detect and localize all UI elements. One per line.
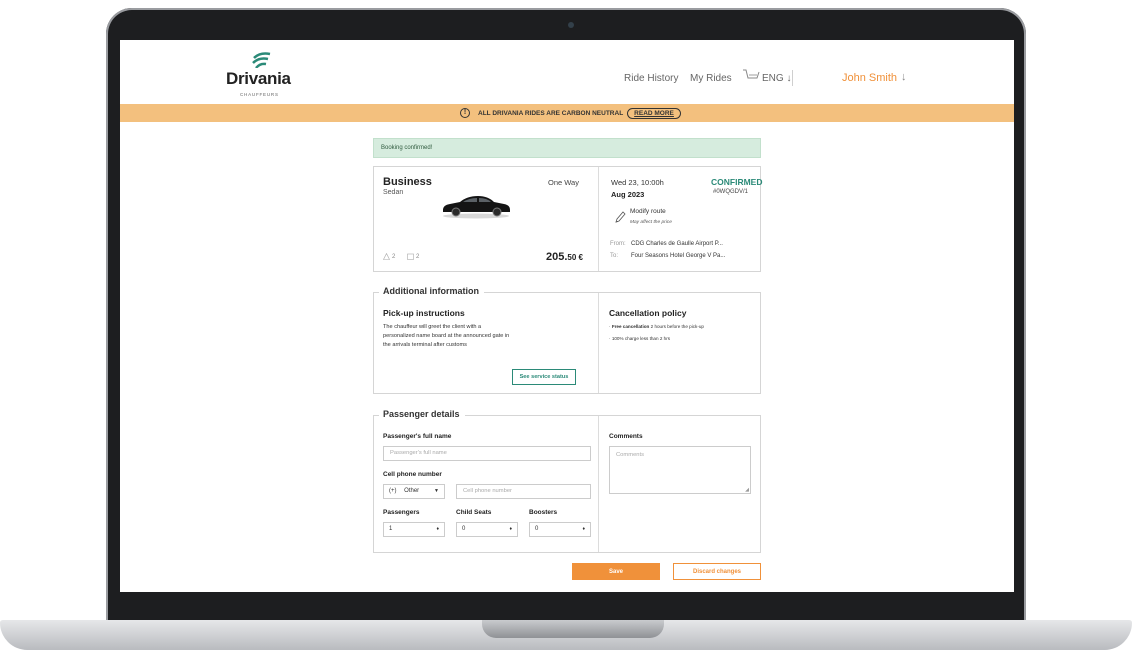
vehicle-class: Business <box>383 176 432 188</box>
card-divider <box>598 167 599 271</box>
ride-price: 205.50 € <box>546 251 583 263</box>
user-menu[interactable]: John Smith <box>842 72 897 84</box>
logo-text: Drivania <box>226 69 291 88</box>
from-location: CDG Charles de Gaulle Airport P... <box>631 241 723 247</box>
screen: Drivania CHAUFFEURS Ride History My Ride… <box>120 40 1014 592</box>
nav-divider <box>792 70 793 86</box>
additional-information-card: Additional information Pick-up instructi… <box>373 286 761 394</box>
passengers-select[interactable]: 1 ♦ <box>383 522 445 537</box>
passenger-capacity-value: 2 <box>392 253 396 260</box>
logo-mark-icon <box>252 52 271 68</box>
drivania-logo[interactable]: Drivania CHAUFFEURS <box>224 52 304 100</box>
passenger-name-label: Passenger's full name <box>383 433 452 440</box>
to-location: Four Seasons Hotel George V Pa... <box>631 253 726 259</box>
boosters-label: Boosters <box>529 509 558 516</box>
cart-icon[interactable] <box>742 68 760 82</box>
price-whole: 205. <box>546 251 568 263</box>
sedan-car-image <box>443 196 510 219</box>
child-seats-label: Child Seats <box>456 509 492 516</box>
booking-summary-card: Business Sedan One Way 2 2 205.50 € Wed … <box>373 166 763 272</box>
child-seats-select[interactable]: 0 ♦ <box>456 522 518 537</box>
boosters-value: 0 <box>535 526 539 532</box>
additional-information-legend: Additional information <box>379 286 484 296</box>
save-button[interactable]: Save <box>572 563 660 580</box>
cancellation-policy-title: Cancellation policy <box>609 308 687 318</box>
phone-label: Cell phone number <box>383 471 442 478</box>
passengers-label: Passengers <box>383 509 420 516</box>
logo-subtitle: CHAUFFEURS <box>240 92 279 97</box>
pickup-date: Wed 23, 10:00h <box>611 178 664 187</box>
banner-content: ! ALL DRIVANIA RIDES ARE CARBON NEUTRAL … <box>460 107 681 119</box>
comments-label: Comments <box>609 433 643 440</box>
passenger-details-legend: Passenger details <box>379 409 465 419</box>
passenger-details-card: Passenger details Passenger's full name … <box>373 409 761 553</box>
vehicle-type: Sedan <box>383 189 404 196</box>
booking-reference: #0WQGDV/1 <box>713 189 749 195</box>
person-icon <box>383 253 390 260</box>
read-more-button[interactable]: READ MORE <box>627 107 681 119</box>
chevron-down-icon: ▼ <box>434 488 439 494</box>
comments-placeholder: Comments <box>616 452 645 458</box>
pickup-month-year: Aug 2023 <box>611 190 645 199</box>
modify-route-note: May affect the price <box>630 220 672 225</box>
passenger-capacity: 2 <box>383 253 395 260</box>
luggage-capacity: 2 <box>407 253 419 260</box>
phone-number-input[interactable]: Cell phone number <box>456 484 591 499</box>
pickup-instructions-text: The chauffeur will greet the client with… <box>383 324 510 348</box>
policy-line-free: · Free cancellation 2 hours before the p… <box>609 324 704 329</box>
policy-free-rest: 2 hours before the pick-up <box>649 324 704 329</box>
phone-country-value: Other <box>404 488 420 494</box>
updown-arrow-icon: ♦ <box>509 526 512 532</box>
resize-handle-icon[interactable]: ◢ <box>745 487 749 493</box>
camera-dot <box>568 22 574 28</box>
trip-type: One Way <box>548 178 579 187</box>
luggage-capacity-value: 2 <box>416 253 420 260</box>
luggage-icon <box>407 253 414 260</box>
header: Drivania CHAUFFEURS Ride History My Ride… <box>120 40 1014 104</box>
info-icon: ! <box>460 108 470 118</box>
passenger-name-input[interactable]: Passenger's full name <box>383 446 591 461</box>
passengers-value: 1 <box>389 526 393 532</box>
pencil-icon[interactable] <box>614 210 626 224</box>
policy-line-charge: · 100% charge less than 2 hrs <box>609 336 671 341</box>
from-label: From: <box>610 241 626 247</box>
updown-arrow-icon: ♦ <box>436 526 439 532</box>
nav-my-rides[interactable]: My Rides <box>690 73 732 84</box>
card-divider <box>598 293 599 393</box>
to-label: To: <box>610 253 619 259</box>
status-badge: CONFIRMED <box>711 177 763 187</box>
pickup-instructions-title: Pick-up instructions <box>383 308 465 318</box>
banner-text: ALL DRIVANIA RIDES ARE CARBON NEUTRAL <box>478 109 624 117</box>
laptop-notch <box>482 620 664 638</box>
boosters-select[interactable]: 0 ♦ <box>529 522 591 537</box>
policy-charge-text: 100% charge less than 2 hrs <box>611 336 671 341</box>
policy-free-bold: Free cancellation <box>611 324 650 329</box>
user-menu-arrow-icon[interactable]: ↓ <box>901 71 907 83</box>
price-cents: 50 € <box>567 253 583 262</box>
modify-route-link[interactable]: Modify route <box>630 208 666 215</box>
comments-textarea[interactable]: Comments ◢ <box>609 446 751 494</box>
see-service-status-button[interactable]: See service status <box>512 369 576 385</box>
card-divider <box>598 416 599 552</box>
phone-prefix: (+) <box>389 488 397 494</box>
laptop-mockup: Drivania CHAUFFEURS Ride History My Ride… <box>0 0 1132 658</box>
nav-ride-history[interactable]: Ride History <box>624 73 678 84</box>
language-selector[interactable]: ENG ↓ <box>762 73 791 84</box>
updown-arrow-icon: ♦ <box>582 526 585 532</box>
child-seats-value: 0 <box>462 526 466 532</box>
discard-changes-button[interactable]: Discard changes <box>673 563 761 580</box>
phone-country-select[interactable]: (+) Other ▼ <box>383 484 445 499</box>
booking-confirmed-alert: Booking confirmed! <box>373 138 761 158</box>
carbon-neutral-banner: ! ALL DRIVANIA RIDES ARE CARBON NEUTRAL … <box>120 104 1014 122</box>
